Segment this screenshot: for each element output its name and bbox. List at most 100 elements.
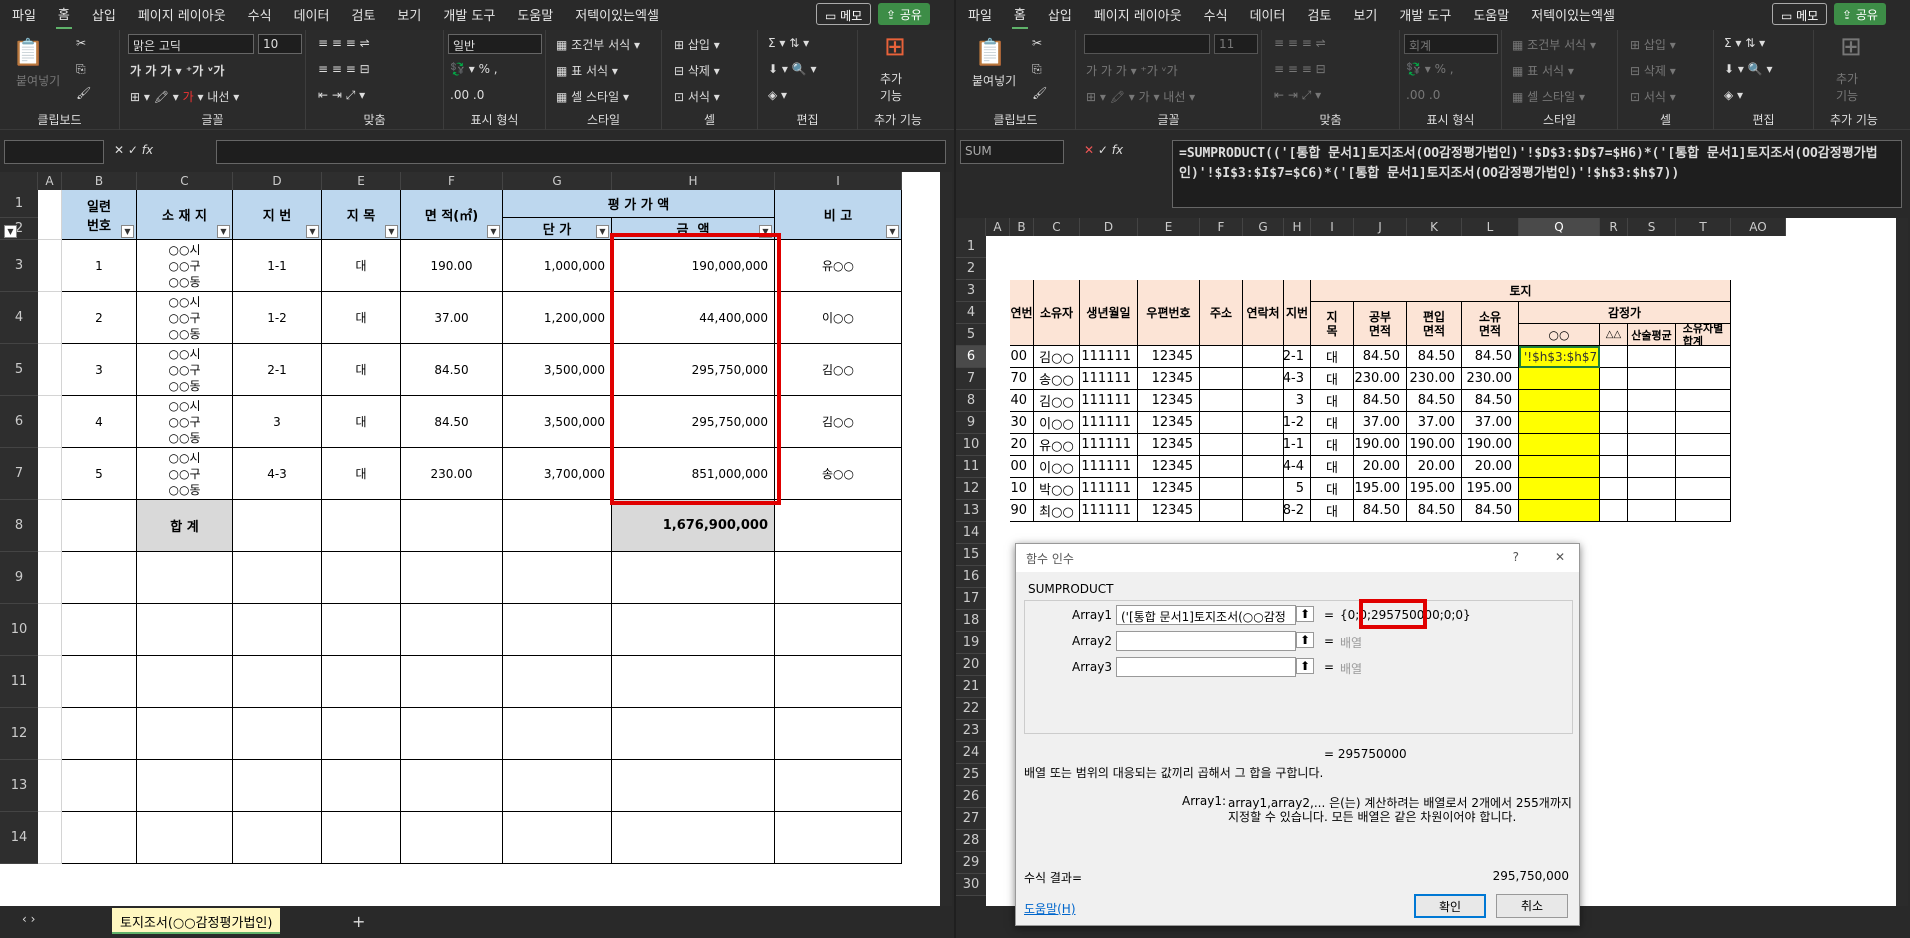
row-header-7[interactable]: 7 (956, 368, 986, 390)
row-header-20[interactable]: 20 (956, 654, 986, 676)
menu-item-10[interactable]: 저텍이있는엑셀 (573, 1, 661, 28)
empty-cell[interactable] (775, 656, 902, 708)
table-cell[interactable]: 대 (322, 448, 401, 500)
format-painter-icon[interactable]: 🖌 (76, 86, 91, 100)
filter-dropdown-icon[interactable]: ▼ (487, 225, 500, 238)
menu-item-1[interactable]: 홈 (1011, 0, 1028, 29)
row-header-9[interactable]: 9 (0, 552, 38, 604)
row-header-1[interactable]: 1 (0, 190, 38, 218)
table-cell[interactable] (775, 500, 902, 552)
memo-button[interactable]: ▭ 메모 (1772, 3, 1828, 25)
row-header-4[interactable]: 4 (956, 302, 986, 324)
addin-button[interactable]: 추가 기능 (1836, 70, 1858, 104)
empty-cell[interactable] (62, 812, 137, 864)
empty-cell[interactable] (401, 604, 503, 656)
share-button[interactable]: ⇪ 공유 (1834, 3, 1886, 25)
align-left-icon[interactable]: ≡ ≡ ≡ ⊟ (318, 62, 370, 76)
row-header-30[interactable]: 30 (956, 874, 986, 896)
table-cell[interactable] (38, 500, 62, 552)
table-cell[interactable]: 190.00 (401, 240, 503, 292)
menu-item-0[interactable]: 파일 (10, 1, 38, 28)
table-cell[interactable] (1600, 478, 1628, 500)
clear-icon[interactable]: ◈ ▾ (768, 88, 787, 102)
row-header-28[interactable]: 28 (956, 830, 986, 852)
row-header-17[interactable]: 17 (956, 588, 986, 610)
column-header-E[interactable]: E (322, 172, 401, 190)
table-cell[interactable] (1628, 456, 1676, 478)
table-cell[interactable] (1600, 434, 1628, 456)
row-header-16[interactable]: 16 (956, 566, 986, 588)
font-name-select[interactable] (1084, 34, 1210, 54)
insert-button[interactable]: ⊞ 삽입 ▾ (674, 36, 720, 53)
empty-cell[interactable] (775, 552, 902, 604)
column-header-D[interactable]: D (1080, 218, 1138, 236)
font-size-select[interactable]: 10 (258, 34, 302, 54)
table-cell[interactable] (1243, 500, 1284, 522)
empty-cell[interactable] (233, 656, 322, 708)
column-header-D[interactable]: D (233, 172, 322, 190)
table-cell[interactable] (1243, 368, 1284, 390)
table-cell[interactable] (1600, 412, 1628, 434)
table-cell[interactable] (1628, 412, 1676, 434)
table-cell[interactable] (38, 448, 62, 500)
column-header-L[interactable]: L (1462, 218, 1519, 236)
row-header-10[interactable]: 10 (0, 604, 38, 656)
bold-icon[interactable]: 가 가 가 ▾ ⁺가 ᵛ가 (1086, 62, 1178, 79)
decimal-icon[interactable]: .00 .0 (450, 88, 484, 102)
fill-icon[interactable]: ⬇ ▾ 🔍 ▾ (1724, 62, 1773, 76)
cell-a-header[interactable] (38, 190, 62, 240)
empty-cell[interactable] (137, 760, 233, 812)
empty-cell[interactable] (401, 656, 503, 708)
table-cell[interactable] (1628, 478, 1676, 500)
format-button[interactable]: ⊡ 서식 ▾ (674, 88, 720, 105)
array2-input[interactable] (1116, 631, 1296, 651)
menu-item-7[interactable]: 보기 (1351, 1, 1379, 28)
row-header-22[interactable]: 22 (956, 698, 986, 720)
row-header-6[interactable]: 6 (0, 396, 38, 448)
column-header-F[interactable]: F (1200, 218, 1243, 236)
table-cell[interactable]: 1,200,000 (503, 292, 612, 344)
table-cell[interactable]: 37.00 (401, 292, 503, 344)
left-worksheet[interactable]: A B C D E F G H I 1 2 3 4 5 6 7 8 9 10 11 12 13 14 일련 번호 소 재 지지 … (0, 172, 940, 906)
table-cell[interactable]: 230.00 (401, 448, 503, 500)
menu-item-4[interactable]: 수식 (246, 1, 274, 28)
row-header-23[interactable]: 23 (956, 720, 986, 742)
align-top-icon[interactable]: ≡ ≡ ≡ ⇌ (318, 36, 370, 50)
empty-cell[interactable] (322, 604, 401, 656)
row-header-27[interactable]: 27 (956, 808, 986, 830)
table-cell[interactable] (1243, 412, 1284, 434)
array1-input[interactable]: ('[통합 문서1]토지조서(○○감정 (1116, 605, 1296, 625)
filter-dropdown-icon[interactable]: ▼ (217, 225, 230, 238)
table-cell[interactable] (1676, 412, 1731, 434)
table-cell[interactable] (1200, 412, 1243, 434)
column-header-Q[interactable]: Q (1519, 218, 1600, 236)
table-cell[interactable]: ○○시 ○○구 ○○동 (137, 292, 233, 344)
table-cell[interactable] (1200, 390, 1243, 412)
number-format-select[interactable]: 일반 (448, 34, 542, 54)
table-cell[interactable]: 대 (322, 344, 401, 396)
column-header-G[interactable]: G (1243, 218, 1284, 236)
table-cell[interactable] (62, 500, 137, 552)
column-header-E[interactable]: E (1138, 218, 1200, 236)
table-cell[interactable]: 84.50 (401, 396, 503, 448)
empty-cell[interactable] (137, 812, 233, 864)
empty-cell[interactable] (775, 760, 902, 812)
column-header-B[interactable]: B (62, 172, 137, 190)
table-cell[interactable]: 1-2 (233, 292, 322, 344)
paste-button[interactable]: 붙여넣기 (972, 72, 1016, 89)
table-format-button[interactable]: ▦ 표 서식 ▾ (556, 62, 618, 79)
row-header-3[interactable]: 3 (956, 280, 986, 302)
number-format-select[interactable]: 회계 (1404, 34, 1498, 54)
bold-icon[interactable]: 가 가 가 ▾ ⁺가 ᵛ가 (130, 62, 224, 79)
empty-cell[interactable] (612, 760, 775, 812)
fill-icon[interactable]: ⬇ ▾ 🔍 ▾ (768, 62, 817, 76)
filter-dropdown-icon[interactable]: ▼ (385, 225, 398, 238)
menu-item-2[interactable]: 삽입 (1046, 1, 1074, 28)
table-cell[interactable]: 이○○ (775, 292, 902, 344)
table-cell[interactable]: 3 (62, 344, 137, 396)
empty-cell[interactable] (401, 552, 503, 604)
table-cell[interactable] (1628, 434, 1676, 456)
column-header-S[interactable]: S (1628, 218, 1676, 236)
tab-nav-icon[interactable]: ‹ › (22, 912, 35, 926)
row-header-12[interactable]: 12 (956, 478, 986, 500)
